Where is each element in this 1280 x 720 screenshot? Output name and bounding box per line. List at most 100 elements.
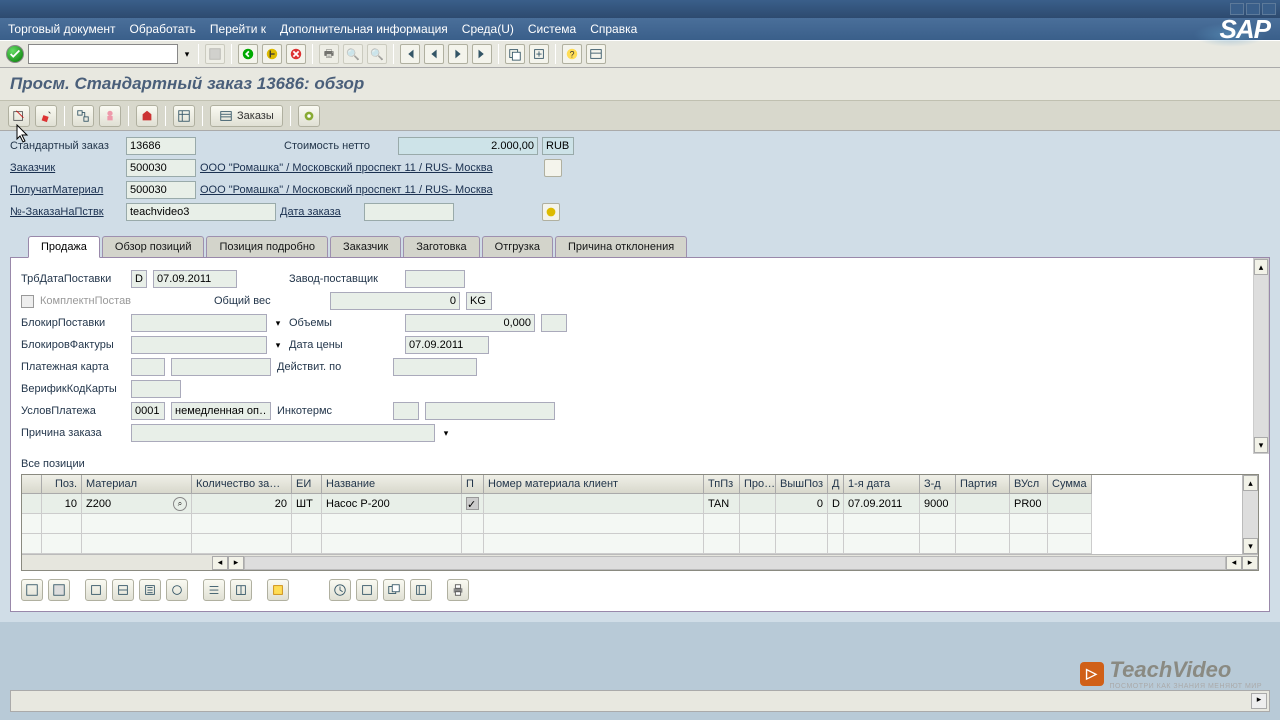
price-date-field[interactable] [405,336,489,354]
cell-firstdate[interactable]: 07.09.2011 [844,494,920,514]
col-higher[interactable]: ВышПоз [776,475,828,494]
grid-btn-5[interactable] [203,579,225,601]
save-button[interactable] [205,44,225,64]
tab-procurement[interactable]: Заготовка [403,236,479,258]
menu-goto[interactable]: Перейти к [210,22,266,36]
billing-block-field[interactable] [131,336,267,354]
next-page-button[interactable] [448,44,468,64]
tab-item-overview[interactable]: Обзор позиций [102,236,205,258]
grid-btn-9[interactable] [383,579,405,601]
doc-flow-button[interactable] [72,105,94,127]
item-detail-button[interactable] [173,105,195,127]
command-dropdown[interactable]: ▾ [182,49,192,60]
tab-item-detail[interactable]: Позиция подробно [206,236,328,258]
payterms-code-field[interactable] [131,402,165,420]
find-next-button[interactable]: 🔍 [367,44,387,64]
req-date-field[interactable] [153,270,237,288]
new-session-button[interactable] [505,44,525,64]
cell-higher[interactable]: 0 [776,494,828,514]
grid-btn-print[interactable] [447,579,469,601]
table-row[interactable] [22,514,1258,534]
table-row[interactable] [22,534,1258,554]
grid-btn-8[interactable] [356,579,378,601]
order-date-label[interactable]: Дата заказа [280,206,360,218]
last-page-button[interactable] [472,44,492,64]
customer-label[interactable]: Заказчик [10,162,122,174]
card-number-field[interactable] [171,358,271,376]
incoterms1-field[interactable] [393,402,419,420]
enter-button[interactable] [6,45,24,63]
valid-to-field[interactable] [393,358,477,376]
menu-env[interactable]: Среда(U) [462,22,514,36]
menu-system[interactable]: Система [528,22,576,36]
cell-material[interactable]: Z200⌕ [82,494,192,514]
find-button[interactable]: 🔍 [343,44,363,64]
col-custmat[interactable]: Номер материала клиент [484,475,704,494]
grid-vscroll[interactable]: ▴▾ [1242,475,1258,554]
cell-batch[interactable] [956,494,1010,514]
grid-hscroll[interactable]: ◂▸ ◂▸ [22,554,1258,570]
req-date-type[interactable] [131,270,147,288]
order-date-field[interactable] [364,203,454,221]
prev-page-button[interactable] [424,44,444,64]
orders-button[interactable]: Заказы [210,105,283,127]
col-select[interactable] [22,475,42,494]
status-expand-icon[interactable]: ▸ [1251,693,1267,709]
cell-qty[interactable]: 20 [192,494,292,514]
material-f4-icon[interactable]: ⌕ [173,497,187,511]
incoterms2-field[interactable] [425,402,555,420]
layout-button[interactable] [586,44,606,64]
plant-field[interactable] [405,270,465,288]
col-amount[interactable]: Сумма [1048,475,1092,494]
shipto-text[interactable]: ООО "Ромашка" / Московский проспект 11 /… [200,184,540,196]
config-button[interactable] [298,105,320,127]
cell-pricing[interactable]: PR00 [1010,494,1048,514]
tab-shipping[interactable]: Отгрузка [482,236,553,258]
menu-extras[interactable]: Дополнительная информация [280,22,448,36]
cell-custmat[interactable] [484,494,704,514]
config-indicator-button[interactable] [542,203,560,221]
grid-btn-6[interactable] [230,579,252,601]
reason-f4[interactable]: ▾ [441,428,451,439]
cell-name[interactable]: Насос Р-200 [322,494,462,514]
grid-btn-clock[interactable] [329,579,351,601]
reason-field[interactable] [131,424,435,442]
grid-btn-3[interactable] [139,579,161,601]
table-row[interactable]: 10 Z200⌕ 20 ШТ Насос Р-200 ✓ TAN 0 D 07.… [22,494,1258,514]
col-firstdate[interactable]: 1-я дата [844,475,920,494]
cell-uom[interactable]: ШТ [292,494,322,514]
card-type-field[interactable] [131,358,165,376]
cell-pro[interactable] [740,494,776,514]
col-plant[interactable]: З-д [920,475,956,494]
verif-field[interactable] [131,380,181,398]
cell-itemcat[interactable]: TAN [704,494,740,514]
col-p[interactable]: П [462,475,484,494]
menu-process[interactable]: Обработать [130,22,196,36]
select-all-button[interactable] [21,579,43,601]
first-page-button[interactable] [400,44,420,64]
command-field[interactable] [28,44,178,64]
customer-code-field[interactable] [126,159,196,177]
form-scrollbar[interactable]: ▴▾ [1253,258,1269,454]
header-button[interactable] [136,105,158,127]
grid-btn-7[interactable] [267,579,289,601]
shipto-code-field[interactable] [126,181,196,199]
tab-sales[interactable]: Продажа [28,236,100,258]
customer-search-button[interactable] [544,159,562,177]
hscroll-left[interactable]: ◂ [212,556,228,570]
cancel-button[interactable] [286,44,306,64]
complete-delivery-checkbox[interactable] [21,295,34,308]
col-qty[interactable]: Количество за… [192,475,292,494]
print-button[interactable]: 🖶 [319,44,339,64]
delivery-block-f4[interactable]: ▾ [273,318,283,329]
col-pro[interactable]: Про… [740,475,776,494]
col-material[interactable]: Материал [82,475,192,494]
cell-d[interactable]: D [828,494,844,514]
hscroll-right[interactable]: ▸ [1242,556,1258,570]
po-label[interactable]: №-ЗаказаНаПствк [10,206,122,218]
grid-btn-4[interactable] [166,579,188,601]
col-batch[interactable]: Партия [956,475,1010,494]
back-button[interactable] [238,44,258,64]
grid-btn-1[interactable] [85,579,107,601]
cell-p[interactable]: ✓ [462,494,484,514]
